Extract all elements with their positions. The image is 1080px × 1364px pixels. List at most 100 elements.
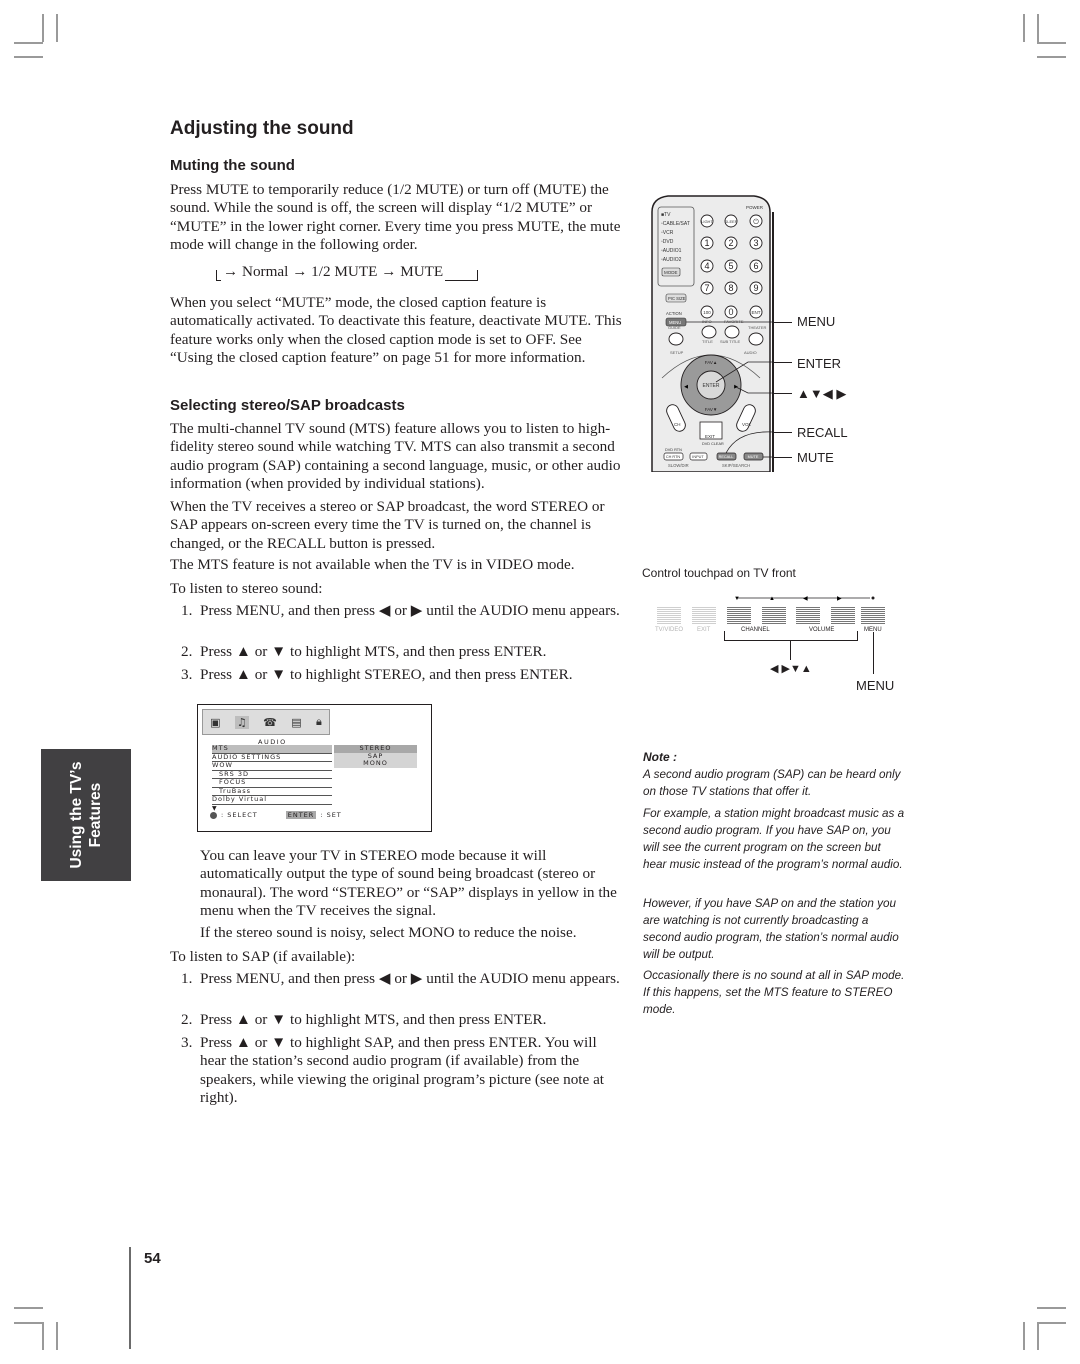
crop-mark <box>1037 14 1039 42</box>
crop-mark <box>1037 56 1066 58</box>
stereo-onscreen-info: When the TV receives a stereo or SAP bro… <box>170 498 605 552</box>
crop-mark <box>1037 1307 1066 1309</box>
page-number-rule <box>129 1247 131 1349</box>
section-heading-muting: Muting the sound <box>170 157 295 174</box>
enter-key-label: ENTER <box>285 811 317 819</box>
svg-text:CH: CH <box>674 422 681 427</box>
svg-text:DVD RTN: DVD RTN <box>665 448 682 452</box>
cycle-arrow: → <box>292 263 312 280</box>
svg-text:ENT: ENT <box>752 310 761 315</box>
mode-tv: ■TV <box>661 212 671 218</box>
crop-mark <box>14 56 43 58</box>
svg-text:SLOW/DIR: SLOW/DIR <box>668 463 689 468</box>
svg-text:3: 3 <box>753 238 758 248</box>
mts-video-mode-note: The MTS feature is not available when th… <box>170 556 575 573</box>
cycle-step: MUTE <box>400 263 444 280</box>
mts-options: STEREO SAP MONO <box>334 744 417 768</box>
cycle-step: 1/2 MUTE <box>311 263 378 280</box>
bracket <box>724 631 858 641</box>
callout-line <box>774 362 792 363</box>
menu-icon-bar: ▣ ♫ ☎ ▤ 🔒︎ <box>202 709 330 735</box>
svg-text:⏻: ⏻ <box>753 218 759 226</box>
svg-text:RECALL: RECALL <box>719 455 734 459</box>
svg-text:POWER: POWER <box>746 205 764 210</box>
setup-icon: ☎ <box>263 715 277 729</box>
svg-text:0: 0 <box>728 307 733 317</box>
svg-text:PIC SIZE: PIC SIZE <box>668 296 686 301</box>
crop-mark <box>42 1322 44 1350</box>
svg-text:GUIDE: GUIDE <box>668 325 681 330</box>
note-paragraph: A second audio program (SAP) can be hear… <box>643 768 901 798</box>
svg-text:1: 1 <box>704 238 709 248</box>
volume-down-button <box>796 606 820 624</box>
svg-text:SKIP/SEARCH: SKIP/SEARCH <box>722 463 750 468</box>
svg-text:LIGHT: LIGHT <box>701 219 713 224</box>
menu-rows: MTS AUDIO SETTINGS WOW SRS 3D FOCUS TruB… <box>212 745 332 813</box>
svg-text:2: 2 <box>728 238 733 248</box>
remote-control: ■TV ▫CABLE/SAT ▫VCR ▫DVD ▫AUDIO1 ▫AUDIO2… <box>651 195 774 472</box>
svg-text:▫VCR: ▫VCR <box>661 230 674 236</box>
note-paragraph: For example, a station might broadcast m… <box>643 807 905 871</box>
crop-mark <box>1037 42 1066 44</box>
crop-mark <box>56 1322 58 1350</box>
crop-mark <box>1023 14 1025 42</box>
sap-steps-intro: To listen to SAP (if available): <box>170 948 356 965</box>
svg-text:▫AUDIO1: ▫AUDIO1 <box>661 248 682 254</box>
section-side-tab: Using the TV’s Features <box>41 749 131 881</box>
svg-text:FAVORITE: FAVORITE <box>724 319 744 324</box>
touchpad-caption: Control touchpad on TV front <box>642 566 796 580</box>
lock-icon: 🔒︎ <box>315 715 322 728</box>
svg-text:▫DVD: ▫DVD <box>661 239 674 245</box>
crop-mark <box>14 1307 43 1309</box>
audio-icon: ♫ <box>234 715 249 729</box>
menu-footer: : SELECT ENTER : SET <box>210 811 342 819</box>
svg-text:MODE: MODE <box>664 270 678 275</box>
page-title: Adjusting the sound <box>170 118 354 139</box>
svg-text:4: 4 <box>704 261 709 271</box>
note-heading: Note : <box>643 750 677 764</box>
menu-callout: MENU <box>856 678 895 693</box>
menu-button <box>861 606 885 624</box>
svg-text:6: 6 <box>753 261 758 271</box>
note-paragraph: Occasionally there is no sound at all in… <box>643 969 905 1016</box>
note-paragraph: However, if you have SAP on and the stat… <box>643 897 899 961</box>
svg-text:SETUP: SETUP <box>670 350 684 355</box>
svg-text:ENTER: ENTER <box>703 383 720 389</box>
svg-text:CH RTN: CH RTN <box>666 455 681 459</box>
svg-text:8: 8 <box>728 283 733 293</box>
crop-mark <box>1037 1322 1039 1350</box>
marker-dot <box>871 596 875 600</box>
cycle-step: Normal <box>241 263 289 280</box>
tv-video-button <box>657 606 681 624</box>
sap-step: 1. Press MENU, and then press ◀ or ▶ unt… <box>181 970 620 987</box>
svg-text:DVD CLEAR: DVD CLEAR <box>702 442 724 446</box>
closed-caption-note: When you select “MUTE” mode, the closed … <box>170 294 622 366</box>
svg-text:◀: ◀ <box>684 384 688 390</box>
stereo-mode-info: You can leave your TV in STEREO mode bec… <box>200 847 617 919</box>
callout-arrows: ▲▼◀ ▶ <box>797 386 847 401</box>
svg-text:▫AUDIO2: ▫AUDIO2 <box>661 257 682 263</box>
callout-line <box>774 432 792 433</box>
svg-text:ACTION: ACTION <box>666 311 682 316</box>
cycle-arrow: → <box>381 263 401 280</box>
svg-text:THEATER: THEATER <box>748 325 766 330</box>
svg-text:TITLE: TITLE <box>702 339 713 344</box>
svg-text:SUB TITLE: SUB TITLE <box>720 339 740 344</box>
callout-line <box>774 457 792 458</box>
audio-menu-screenshot: ▣ ♫ ☎ ▤ 🔒︎ AUDIO MTS AUDIO SETTINGS WOW … <box>197 704 432 832</box>
svg-text:AUDIO: AUDIO <box>744 350 757 355</box>
touchpad-arrow-markers: ▼ ▲ ◀ ▶ <box>734 596 875 602</box>
marker-down: ▼ <box>734 596 740 602</box>
crop-mark <box>1037 1322 1066 1324</box>
marker-right: ▶ <box>837 596 842 602</box>
svg-text:9: 9 <box>753 283 758 293</box>
svg-text:100: 100 <box>703 310 711 315</box>
stereo-steps-intro: To listen to stereo sound: <box>170 580 323 597</box>
mts-description: The multi-channel TV sound (MTS) feature… <box>170 420 621 492</box>
channel-up-button <box>762 606 786 624</box>
svg-text:EXIT: EXIT <box>705 434 715 439</box>
section-heading-stereo: Selecting stereo/SAP broadcasts <box>170 397 405 414</box>
callout-mute: MUTE <box>797 450 834 465</box>
svg-text:VOL: VOL <box>742 422 752 427</box>
crop-mark <box>56 14 58 42</box>
